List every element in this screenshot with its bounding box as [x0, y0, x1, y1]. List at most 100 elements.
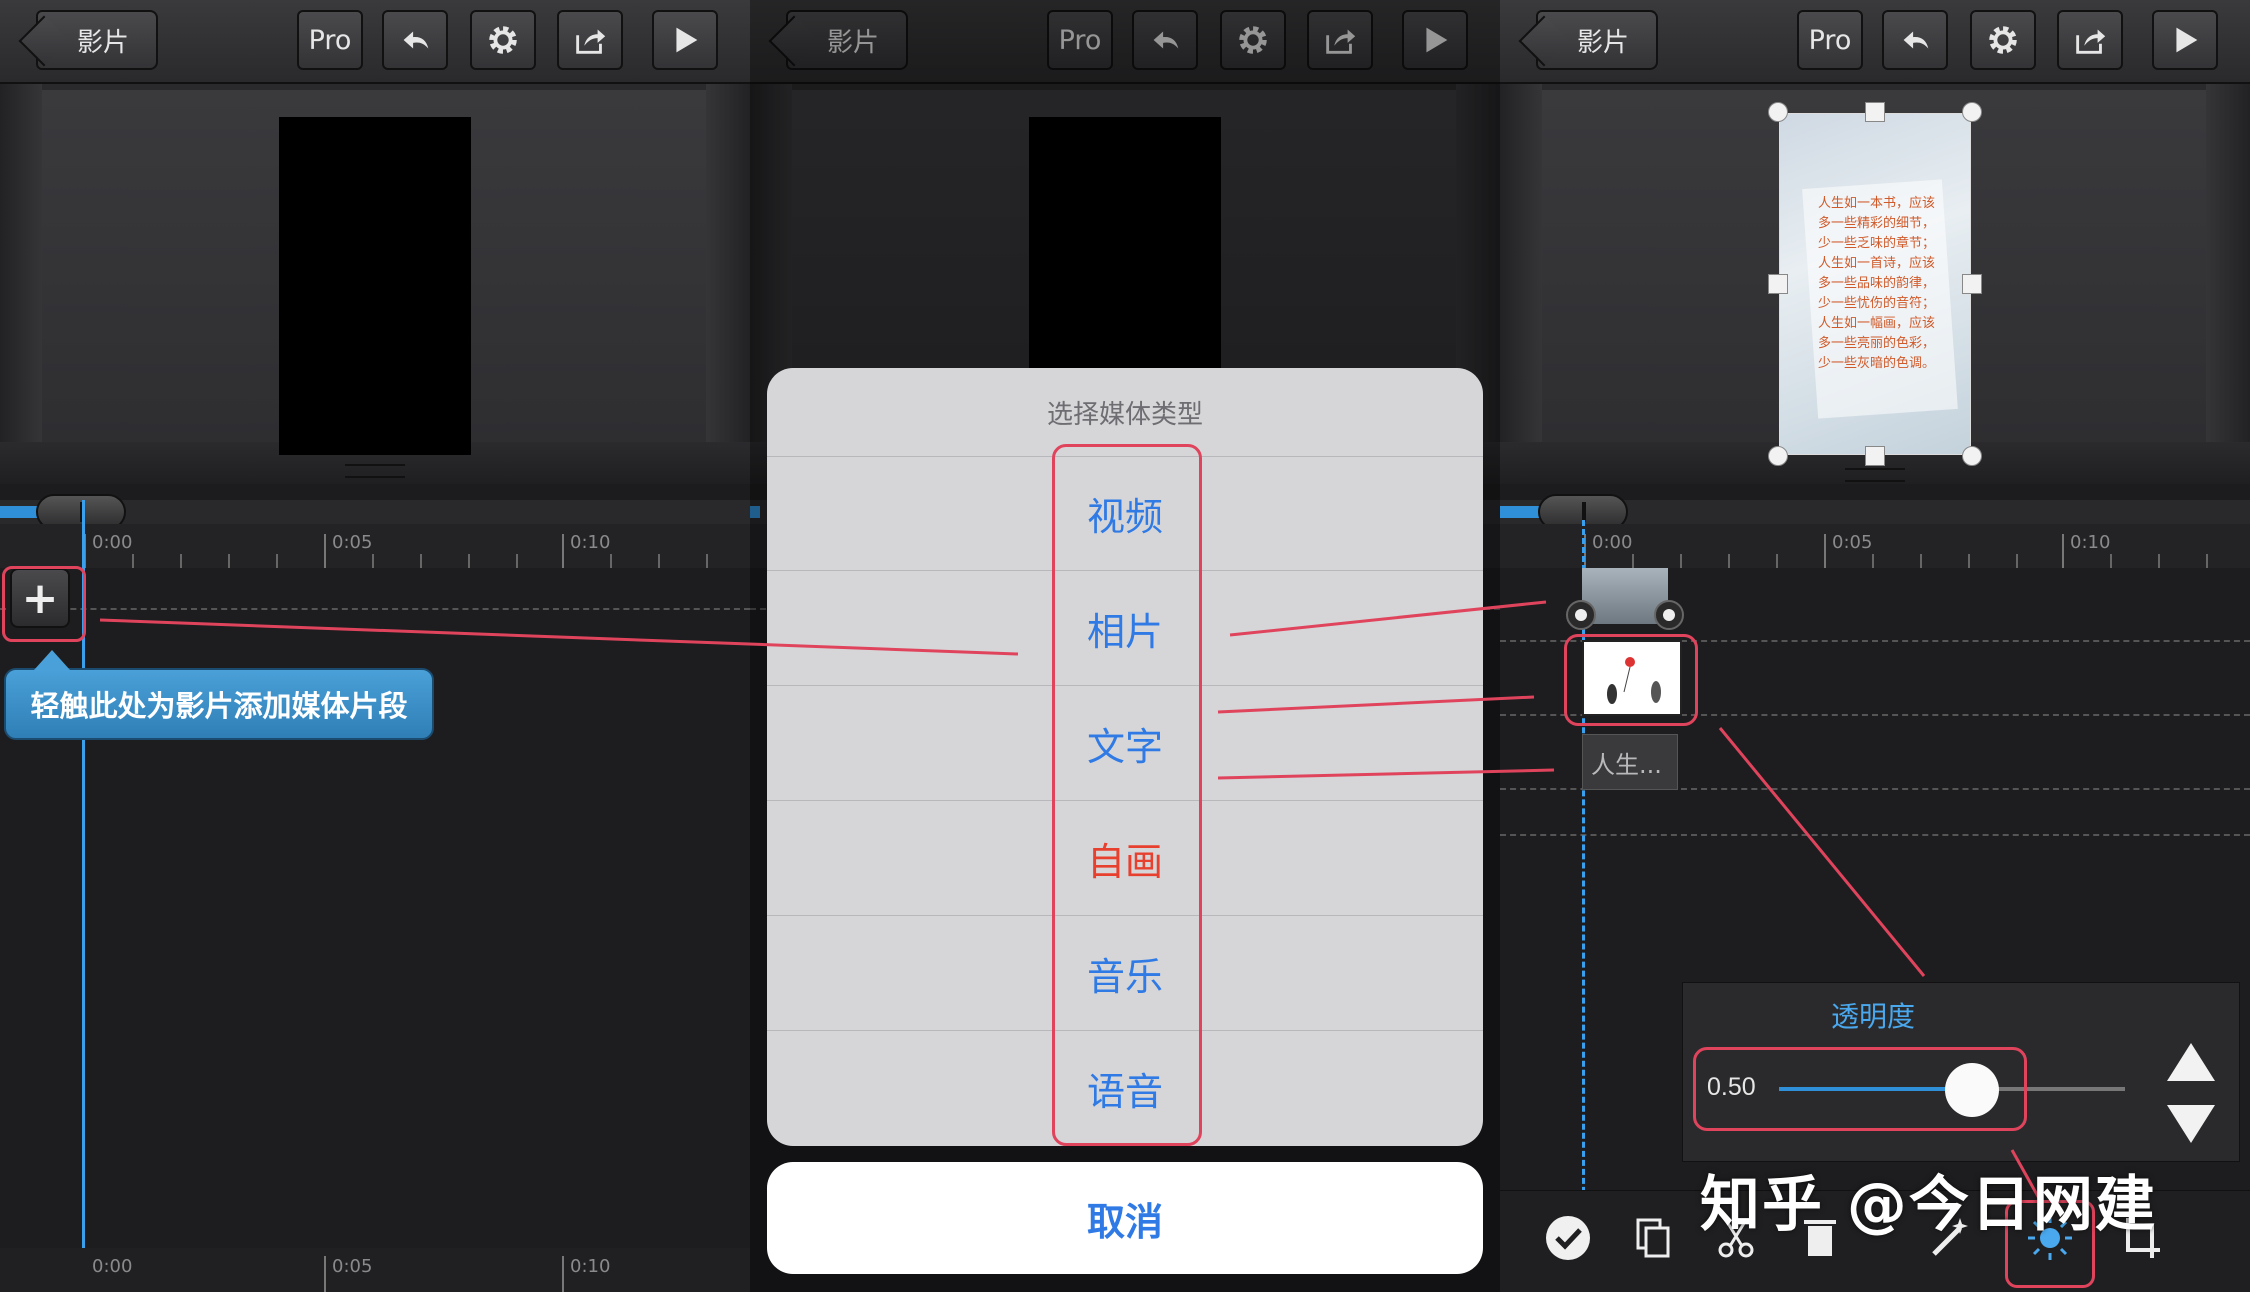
tick-minor: [1728, 554, 1730, 568]
resize-handle[interactable]: [1768, 102, 1788, 122]
track-divider: [1500, 834, 2250, 836]
stage-left-wall: [1500, 84, 1542, 484]
highlight-add-button: [2, 566, 86, 642]
pro-button[interactable]: Pro: [297, 10, 363, 70]
pro-button[interactable]: Pro: [1797, 10, 1863, 70]
scrubber-bar[interactable]: [0, 494, 750, 530]
play-icon: [676, 27, 698, 53]
resize-handle[interactable]: [1962, 446, 1982, 466]
undo-icon: [403, 31, 429, 49]
gear-icon: [1989, 26, 2017, 54]
time-ruler: 0:00 0:05 0:10: [0, 524, 750, 569]
back-button[interactable]: 影片: [1536, 10, 1658, 70]
video-preview[interactable]: [279, 117, 471, 455]
panel-media-type: 影片 Pro 选择媒体类型 视频 相片 文字 自画 音乐 语音 取消: [750, 0, 1500, 1292]
opacity-panel: 透明度 0.50: [1682, 982, 2240, 1162]
arrow-up-icon[interactable]: [2167, 1043, 2215, 1081]
tick-minor: [706, 554, 708, 568]
gear-icon: [489, 26, 517, 54]
tick-minor: [658, 554, 660, 568]
share-icon: [2076, 29, 2106, 54]
play-icon: [2176, 27, 2198, 53]
arrow-down-icon[interactable]: [2167, 1105, 2215, 1143]
resize-grip[interactable]: [1845, 468, 1905, 482]
cancel-button[interactable]: 取消: [767, 1162, 1483, 1274]
play-button[interactable]: [652, 10, 718, 70]
ruler-label-0: 0:00: [1592, 532, 1633, 553]
ruler-label-10: 0:10: [2070, 532, 2111, 553]
check-icon: [1546, 1216, 1590, 1260]
tick-minor: [276, 554, 278, 568]
tick-minor: [468, 554, 470, 568]
bottom-ruler-label-0: 0:00: [92, 1256, 133, 1277]
ruler-label-10: 0:10: [570, 532, 611, 553]
resize-handle[interactable]: [1768, 446, 1788, 466]
tick-major: [1824, 534, 1826, 568]
bottom-ruler-label-5: 0:05: [332, 1256, 373, 1277]
ruler-label-0: 0:00: [92, 532, 133, 553]
bottom-ruler: 0:00 0:05 0:10: [0, 1248, 750, 1292]
resize-grip[interactable]: [345, 464, 405, 478]
tick-major: [324, 534, 326, 568]
tick-major: [2062, 534, 2064, 568]
selection-border: [1779, 113, 1971, 455]
tick-major: [562, 534, 564, 568]
copy-icon: [1636, 1218, 1670, 1258]
tick-minor: [1680, 554, 1682, 568]
top-toolbar: 影片 Pro: [1500, 0, 2250, 84]
tick-minor: [516, 554, 518, 568]
tick-minor: [420, 554, 422, 568]
highlight-options: [1052, 444, 1202, 1146]
resize-handle[interactable]: [1962, 102, 1982, 122]
tick-major: [562, 1256, 564, 1292]
tick-minor: [132, 554, 134, 568]
tick-minor: [1776, 554, 1778, 568]
tick-minor: [2110, 554, 2112, 568]
settings-button[interactable]: [1970, 10, 2036, 70]
play-button[interactable]: [2152, 10, 2218, 70]
tick-minor: [1632, 554, 1634, 568]
track-divider: [0, 608, 750, 610]
watermark-text: 知乎 @今日网建: [1700, 1170, 2157, 1240]
stage-right-wall: [2206, 84, 2250, 484]
text-clip[interactable]: 人生...: [1582, 734, 1678, 790]
tick-minor: [1872, 554, 1874, 568]
share-button[interactable]: [557, 10, 623, 70]
undo-button[interactable]: [1882, 10, 1948, 70]
tick-minor: [1968, 554, 1970, 568]
clip-trim-handle-right[interactable]: [1654, 600, 1684, 630]
settings-button[interactable]: [470, 10, 536, 70]
time-ruler: 0:00 0:05 0:10: [1500, 524, 2250, 569]
tick-minor: [372, 554, 374, 568]
tick-minor: [610, 554, 612, 568]
ruler-label-5: 0:05: [332, 532, 373, 553]
stage-left-wall: [0, 84, 42, 484]
back-label: 影片: [76, 27, 129, 58]
resize-handle[interactable]: [1962, 274, 1982, 294]
tick-minor: [228, 554, 230, 568]
stage-right-wall: [706, 84, 750, 484]
tick-minor: [2158, 554, 2160, 568]
back-button[interactable]: 影片: [36, 10, 158, 70]
add-media-tooltip: 轻触此处为影片添加媒体片段: [4, 650, 434, 740]
undo-button[interactable]: [382, 10, 448, 70]
tick-minor: [180, 554, 182, 568]
confirm-button[interactable]: [1540, 1210, 1596, 1266]
ruler-label-5: 0:05: [1832, 532, 1873, 553]
highlight-opacity-slider: [1693, 1047, 2027, 1131]
panel-opacity: 影片 Pro 人生如一本书，应该多一些精彩的细节，少一些乏味的章节；人生如一首诗…: [1500, 0, 2250, 1292]
tick-minor: [1920, 554, 1922, 568]
top-toolbar: 影片 Pro: [0, 0, 750, 84]
resize-handle[interactable]: [1768, 274, 1788, 294]
scrubber-bar[interactable]: [1500, 494, 2250, 530]
resize-handle[interactable]: [1865, 446, 1885, 466]
undo-icon: [1903, 31, 1929, 49]
panel-add-media: 影片 Pro 0:00 0:05 0:10 + 轻触此处为影片添加媒体片段 0:…: [0, 0, 750, 1292]
copy-button[interactable]: [1624, 1210, 1680, 1266]
clip-trim-handle-left[interactable]: [1566, 600, 1596, 630]
bottom-ruler-label-10: 0:10: [570, 1256, 611, 1277]
share-button[interactable]: [2057, 10, 2123, 70]
resize-handle[interactable]: [1865, 102, 1885, 122]
highlight-photo-clip: [1564, 634, 1698, 726]
preview-stage: [0, 84, 750, 484]
